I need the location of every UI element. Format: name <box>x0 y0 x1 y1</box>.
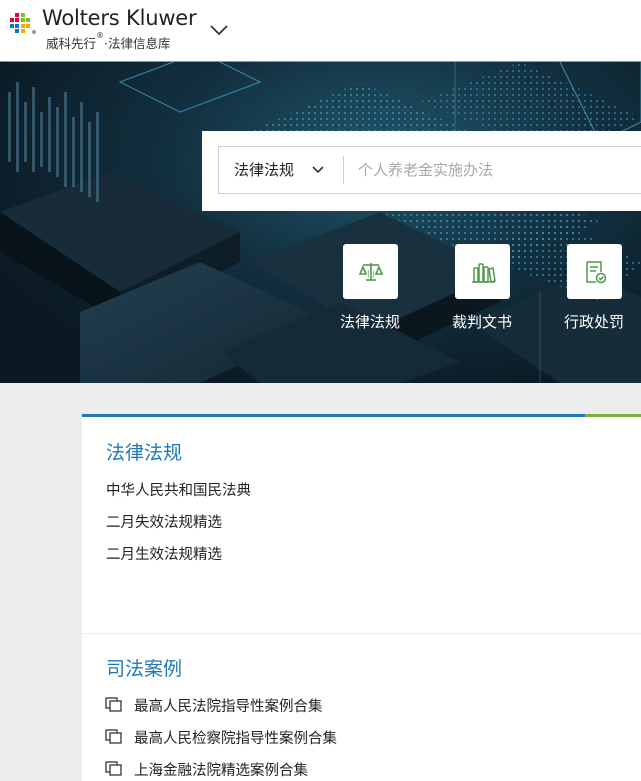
document-badge-icon <box>585 261 606 284</box>
cases-panel: 司法案例 最高人民法院指导性案例合集 最高人民检察院指导性案例合集 上海金融法院… <box>82 634 641 781</box>
quick-link-penalties-label[interactable]: 行政处罚 <box>539 311 641 332</box>
laws-link-effective[interactable]: 二月生效法规精选 <box>106 543 222 564</box>
brand-subtitle-main: 威科先行 <box>46 36 97 51</box>
collection-icon <box>105 729 122 744</box>
search-divider <box>343 156 344 184</box>
search-input[interactable] <box>345 147 635 193</box>
laws-link-expired[interactable]: 二月失效法规精选 <box>106 511 222 532</box>
registered-mark: ® <box>96 31 105 40</box>
cases-link-supreme-court[interactable]: 最高人民法院指导性案例合集 <box>134 695 323 716</box>
panel-accent-bar <box>82 414 641 417</box>
laws-panel-title[interactable]: 法律法规 <box>106 438 182 465</box>
laws-panel: 法律法规 中华人民共和国民法典 二月失效法规精选 二月生效法规精选 <box>82 414 641 633</box>
product-switch-chevron-down-icon[interactable] <box>207 20 231 40</box>
scales-icon: ||| <box>358 263 383 281</box>
quick-link-laws[interactable]: ||| 法律法规 <box>315 244 425 332</box>
laws-link-civil-code[interactable]: 中华人民共和国民法典 <box>106 479 251 500</box>
quick-link-judgments-label[interactable]: 裁判文书 <box>427 311 537 332</box>
search-box: 法律法规 <box>218 146 641 194</box>
collection-icon <box>105 761 122 776</box>
search-type-dropdown[interactable]: 法律法规 <box>234 147 294 193</box>
quick-link-penalties-icon-box[interactable] <box>566 244 622 299</box>
brand-subtitle: 威科先行®·法律信息库 <box>46 31 171 52</box>
brand-subtitle-rest: ·法律信息库 <box>104 36 171 51</box>
logo-dot <box>32 30 36 34</box>
quick-link-laws-icon-box[interactable]: ||| <box>342 244 398 299</box>
quick-link-laws-label[interactable]: 法律法规 <box>315 311 425 332</box>
quick-link-penalties[interactable]: 行政处罚 <box>539 244 641 332</box>
wolters-kluwer-logo-icon[interactable] <box>8 11 32 35</box>
search-panel: 法律法规 <box>202 131 641 211</box>
collection-icon <box>105 697 122 712</box>
hero-background-illustration <box>0 62 641 383</box>
cases-panel-title[interactable]: 司法案例 <box>106 654 182 681</box>
top-header: Wolters Kluwer 威科先行®·法律信息库 <box>0 0 641 62</box>
svg-text:|||: ||| <box>367 270 374 278</box>
cases-link-supreme-procuratorate[interactable]: 最高人民检察院指导性案例合集 <box>134 727 337 748</box>
brand-name[interactable]: Wolters Kluwer <box>42 6 197 30</box>
books-icon <box>471 263 496 283</box>
quick-link-judgments-icon-box[interactable] <box>454 244 510 299</box>
cases-link-shanghai-financial-court[interactable]: 上海金融法院精选案例合集 <box>134 759 308 780</box>
quick-link-judgments[interactable]: 裁判文书 <box>427 244 537 332</box>
panel-accent-bar-green <box>585 414 641 417</box>
hero-banner <box>0 62 641 383</box>
search-type-chevron-down-icon[interactable] <box>311 163 325 177</box>
